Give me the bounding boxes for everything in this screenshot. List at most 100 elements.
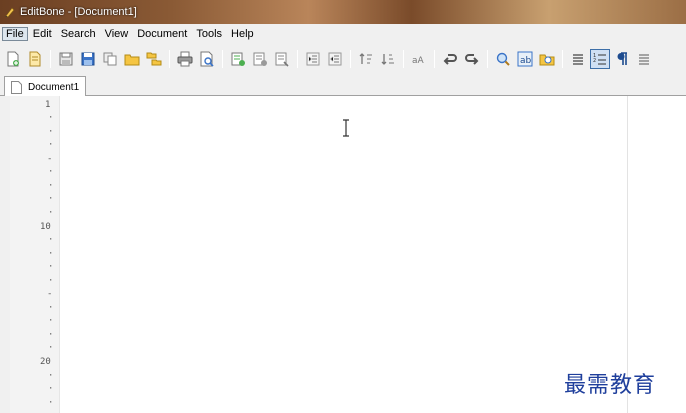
line-number-20: 20 [40, 357, 51, 367]
editbone-app-icon [5, 7, 15, 18]
search-icon [496, 52, 510, 66]
open-file-icon [29, 51, 41, 67]
special-chars-button[interactable] [634, 49, 654, 69]
gutter-dot: · [48, 140, 54, 150]
toolbar-separator [434, 50, 435, 68]
print-button[interactable] [175, 49, 195, 69]
svg-text:aA: aA [412, 56, 425, 66]
open-folder-button[interactable] [122, 49, 142, 69]
compare-dirs-icon [275, 52, 289, 67]
compare-icon [231, 52, 245, 66]
find-in-files-icon [539, 54, 555, 66]
indent-button[interactable] [303, 49, 323, 69]
gutter-dot: · [48, 303, 54, 313]
new-file-button[interactable] [3, 49, 23, 69]
menu-search[interactable]: Search [57, 27, 100, 41]
save-button[interactable] [56, 49, 76, 69]
menu-tools[interactable]: Tools [192, 27, 226, 41]
search-button[interactable] [493, 49, 513, 69]
gutter-dot: · [48, 371, 54, 381]
indent-icon [306, 52, 320, 66]
outdent-button[interactable] [325, 49, 345, 69]
case-icon: aA [412, 56, 425, 66]
document-icon [11, 80, 22, 94]
text-cursor-icon [343, 119, 349, 137]
open-folder-icon [124, 54, 140, 66]
outdent-icon [328, 52, 342, 66]
copy-icon [103, 52, 117, 66]
gutter-dot: · [48, 235, 54, 245]
menu-edit[interactable]: Edit [29, 27, 56, 41]
sort-ascending-button[interactable] [356, 49, 376, 69]
replace-icon: ab [517, 51, 533, 67]
gutter-dash: - [47, 289, 53, 299]
window-title: EditBone - [Document1] [20, 6, 137, 18]
active-line[interactable] [61, 100, 566, 113]
svg-text:ab: ab [520, 56, 532, 66]
show-paragraph-button[interactable] [612, 49, 632, 69]
gutter-dot: · [48, 330, 54, 340]
gutter-dot: · [48, 113, 54, 123]
gutter-dot: · [48, 316, 54, 326]
replace-button[interactable]: ab [515, 49, 535, 69]
find-in-files-button[interactable] [537, 49, 557, 69]
gutter-dot: · [48, 127, 54, 137]
menu-document[interactable]: Document [133, 27, 191, 41]
menu-help[interactable]: Help [227, 27, 258, 41]
pilcrow-icon [617, 52, 627, 65]
toolbar-separator [50, 50, 51, 68]
print-preview-button[interactable] [197, 49, 217, 69]
print-icon [177, 51, 193, 67]
save-icon [59, 52, 73, 66]
line-numbers-icon: 12 [593, 53, 606, 65]
undo-button[interactable] [440, 49, 460, 69]
toolbar-separator [169, 50, 170, 68]
copy-button[interactable] [100, 49, 120, 69]
line-number-10: 10 [40, 222, 51, 232]
tab-document1[interactable]: Document1 [4, 76, 86, 97]
save-all-button[interactable] [78, 49, 98, 69]
new-file-icon [7, 51, 19, 67]
compare-files-icon [253, 52, 267, 66]
gutter-dot: · [48, 208, 54, 218]
line-number-gutter: 1 · · · - · · · · 10 · · · - · · · · · 2… [10, 96, 60, 413]
word-wrap-icon [573, 54, 583, 65]
right-margin-line [627, 96, 628, 413]
gutter-dot: · [48, 167, 54, 177]
text-editor[interactable] [61, 96, 686, 413]
folder-tree-button[interactable] [144, 49, 164, 69]
title-bar: EditBone - [Document1] [0, 0, 686, 24]
word-wrap-button[interactable] [568, 49, 588, 69]
gutter-dash: - [47, 154, 53, 164]
open-file-button[interactable] [25, 49, 45, 69]
folder-tree-icon [146, 52, 162, 66]
gutter-dot: · [48, 343, 54, 353]
gutter-dot: · [48, 262, 54, 272]
compare-dirs-button[interactable] [272, 49, 292, 69]
compare-files-button[interactable] [250, 49, 270, 69]
document-tab-strip: Document1 [0, 74, 686, 97]
menu-view[interactable]: View [101, 27, 133, 41]
toolbar-separator [297, 50, 298, 68]
toolbar-separator [350, 50, 351, 68]
redo-button[interactable] [462, 49, 482, 69]
toolbar-separator [403, 50, 404, 68]
save-all-icon [81, 52, 95, 66]
editor-pane: 1 · · · - · · · · 10 · · · - · · · · · 2… [0, 96, 686, 413]
svg-text:2: 2 [593, 58, 596, 64]
line-numbers-toggle[interactable]: 12 [590, 49, 610, 69]
toolbar-separator [487, 50, 488, 68]
redo-icon [465, 54, 479, 65]
menu-file[interactable]: File [2, 27, 28, 41]
gutter-dot: · [48, 398, 54, 408]
watermark: 最需教育 [564, 373, 657, 398]
toggle-case-button[interactable]: aA [409, 49, 429, 69]
bookmark-margin [0, 96, 10, 413]
special-chars-icon [639, 54, 649, 65]
sort-descending-button[interactable] [378, 49, 398, 69]
toolbar-separator [562, 50, 563, 68]
gutter-dot: · [48, 276, 54, 286]
sort-desc-icon [381, 54, 394, 65]
tab-label: Document1 [28, 81, 80, 93]
compare-button[interactable] [228, 49, 248, 69]
